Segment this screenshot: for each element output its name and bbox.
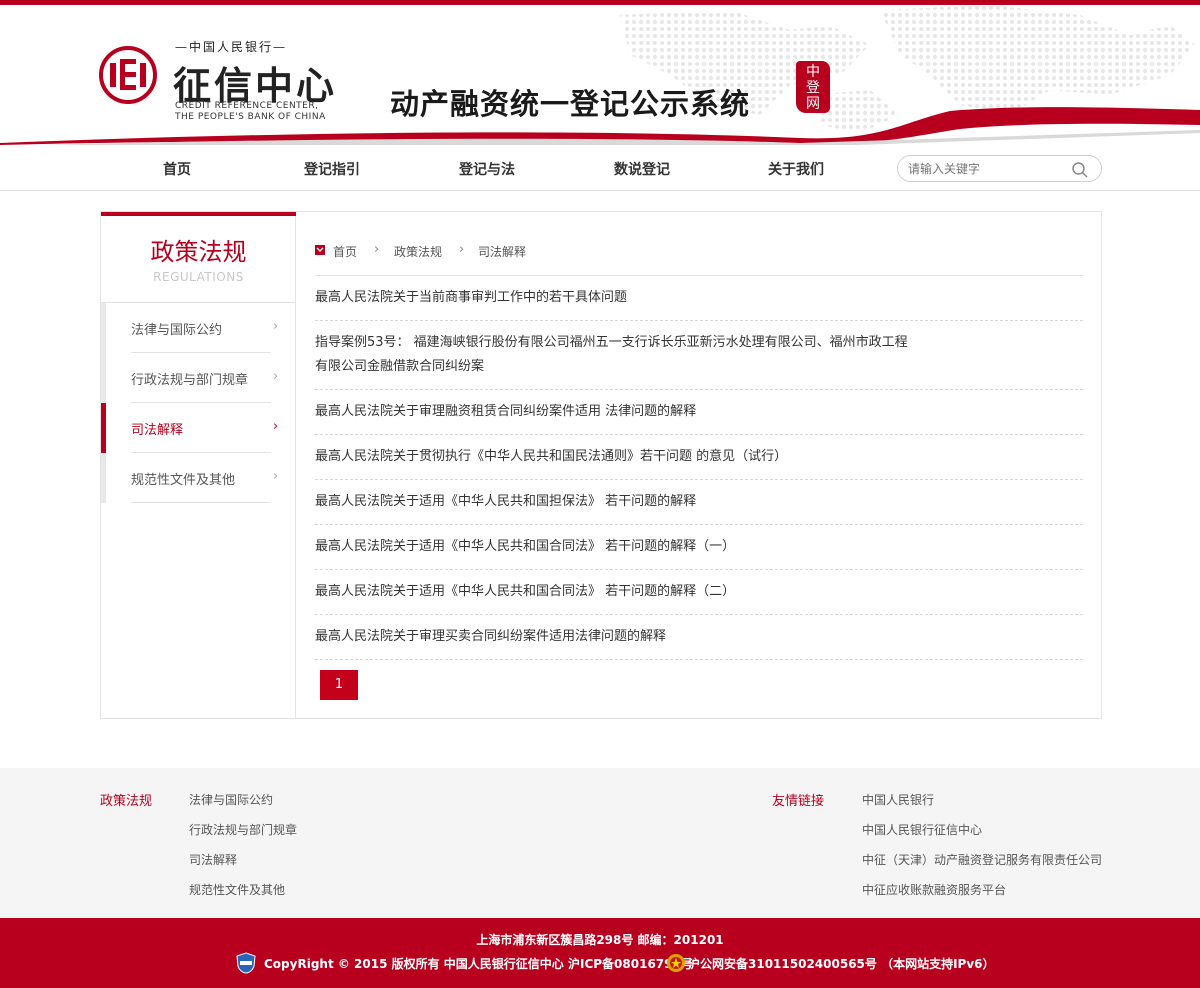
article-link[interactable]: 最高人民法院关于适用《中华人民共和国担保法》 若干问题的解释 — [315, 480, 1083, 525]
footer-friend-link[interactable]: 中征应收账款融资服务平台 — [862, 881, 1006, 898]
footer-friend-link[interactable]: 中国人民银行 — [862, 791, 934, 808]
chevron-right-icon: › — [374, 242, 380, 257]
logo-top-text: —中国人民银行— — [175, 40, 288, 54]
sidebar-item-label: 行政法规与部门规章 — [131, 373, 249, 388]
sidebar-item[interactable]: 司法解释 › — [101, 403, 296, 453]
footer-links: 政策法规 法律与国际公约 行政法规与部门规章 司法解释 规范性文件及其他 友情链… — [0, 768, 1200, 918]
chevron-right-icon: › — [273, 469, 279, 484]
footer-policy-link[interactable]: 行政法规与部门规章 — [189, 821, 297, 838]
breadcrumb-marker-icon — [315, 245, 325, 255]
chevron-right-icon: › — [273, 319, 279, 334]
police-badge-icon[interactable] — [236, 952, 256, 974]
logo-english-line1: CREDIT REFERENCE CENTER, — [175, 101, 319, 111]
article-link[interactable]: 最高人民法院关于贯彻执行《中华人民共和国民法通则》若干问题 的意见（试行） — [315, 435, 1083, 480]
sidebar-item-label: 法律与国际公约 — [131, 323, 223, 338]
footer-policy-link[interactable]: 法律与国际公约 — [189, 791, 273, 808]
sidebar-item[interactable]: 规范性文件及其他 › — [101, 453, 296, 503]
article-link[interactable]: 最高人民法院关于适用《中华人民共和国合同法》 若干问题的解释（一） — [315, 525, 1083, 570]
sidebar-item-indicator — [101, 453, 106, 503]
footer-copyright: CopyRight © 2015 版权所有 中国人民银行征信中心 沪ICP备08… — [264, 957, 693, 971]
sidebar: 政策法规 REGULATIONS 法律与国际公约 › 行政法规与部门规章 › 司法解释 ›… — [101, 212, 296, 718]
article-link[interactable]: 最高人民法院关于适用《中华人民共和国合同法》 若干问题的解释（二） — [315, 570, 1083, 615]
search-input[interactable] — [908, 160, 1068, 178]
pbc-seal-logo — [99, 46, 157, 104]
sidebar-item-indicator — [101, 353, 106, 403]
breadcrumb-current[interactable]: 司法解释 — [478, 243, 526, 260]
nav-item-about[interactable]: 关于我们 — [768, 159, 824, 179]
sidebar-item-indicator — [101, 403, 106, 453]
article-title-line: 最高人民法院关于适用《中华人民共和国合同法》 若干问题的解释（一） — [315, 539, 736, 554]
nav-item-data-registration[interactable]: 数说登记 — [614, 159, 670, 179]
chevron-right-icon: › — [459, 242, 465, 257]
breadcrumb-home[interactable]: 首页 — [333, 243, 357, 260]
footer-friend-link[interactable]: 中国人民银行征信中心 — [862, 821, 982, 838]
site-header: —中国人民银行— 征信中心 CREDIT REFERENCE CENTER, T… — [0, 5, 1200, 145]
nav-item-home[interactable]: 首页 — [163, 159, 191, 179]
content-panel: 政策法规 REGULATIONS 法律与国际公约 › 行政法规与部门规章 › 司法解释 ›… — [100, 211, 1102, 719]
article-title-line: 最高人民法院关于适用《中华人民共和国合同法》 若干问题的解释（二） — [315, 584, 736, 599]
footer-friend-heading: 友情链接 — [772, 794, 825, 809]
article-content: 首页 › 政策法规 › 司法解释 最高人民法院关于当前商事审判工作中的若干具体问… — [315, 212, 1083, 718]
article-title-line: 最高人民法院关于贯彻执行《中华人民共和国民法通则》若干问题 的意见（试行） — [315, 449, 788, 464]
sidebar-item[interactable]: 行政法规与部门规章 › — [101, 353, 296, 403]
logo-english-line2: THE PEOPLE'S BANK OF CHINA — [175, 112, 326, 122]
nav-item-registration-law[interactable]: 登记与法 — [459, 159, 515, 179]
footer-policy-link[interactable]: 规范性文件及其他 — [189, 881, 285, 898]
sidebar-subtitle: REGULATIONS — [153, 270, 244, 284]
footer-friend-link[interactable]: 中征（天津）动产融资登记服务有限责任公司 — [862, 851, 1102, 868]
article-title-line: 有限公司金融借款合同纠纷案 — [315, 359, 485, 374]
chevron-right-icon: › — [273, 419, 279, 434]
sidebar-title: 政策法规 — [150, 238, 247, 266]
article-title-line: 最高人民法院关于审理融资租赁合同纠纷案件适用 法律问题的解释 — [315, 404, 697, 419]
footer-policy-link[interactable]: 司法解释 — [189, 851, 237, 868]
article-title-line: 指导案例53号： 福建海峡银行股份有限公司福州五一支行诉长乐亚新污水处理有限公司… — [315, 335, 908, 350]
pagination-page-1[interactable]: 1 — [320, 670, 358, 700]
system-title: 动产融资统一登记公示系统 — [390, 87, 751, 121]
article-link[interactable]: 最高人民法院关于当前商事审判工作中的若干具体问题 — [315, 276, 1083, 321]
sidebar-item-divider — [131, 502, 271, 503]
sidebar-item-label: 规范性文件及其他 — [131, 473, 236, 488]
article-title-line: 最高人民法院关于审理买卖合同纠纷案件适用法律问题的解释 — [315, 629, 667, 644]
public-security-emblem-icon[interactable] — [666, 953, 686, 973]
article-title-line: 最高人民法院关于适用《中华人民共和国担保法》 若干问题的解释 — [315, 494, 697, 509]
search-box — [897, 155, 1102, 182]
article-link[interactable]: 最高人民法院关于审理融资租赁合同纠纷案件适用 法律问题的解释 — [315, 390, 1083, 435]
breadcrumb-policy[interactable]: 政策法规 — [394, 243, 442, 260]
sidebar-item[interactable]: 法律与国际公约 › — [101, 303, 296, 353]
chevron-right-icon: › — [273, 369, 279, 384]
sidebar-item-label: 司法解释 — [131, 423, 184, 438]
article-title-line: 最高人民法院关于当前商事审判工作中的若干具体问题 — [315, 290, 628, 305]
footer-bottom: 上海市浦东新区簇昌路298号 邮编：201201 CopyRight © 201… — [0, 918, 1200, 988]
sidebar-accent-bar — [101, 212, 296, 216]
sidebar-item-indicator — [101, 303, 106, 353]
nav-item-guide[interactable]: 登记指引 — [304, 159, 360, 179]
sidebar-menu: 法律与国际公约 › 行政法规与部门规章 › 司法解释 › 规范性文件及其他 › — [101, 302, 296, 503]
main-nav: 首页 登记指引 登记与法 数说登记 关于我们 — [0, 145, 1200, 191]
article-link[interactable]: 最高人民法院关于审理买卖合同纠纷案件适用法律问题的解释 — [315, 615, 1083, 660]
article-link[interactable]: 指导案例53号： 福建海峡银行股份有限公司福州五一支行诉长乐亚新污水处理有限公司… — [315, 321, 1083, 390]
footer-security-record: 沪公网安备31011502400565号 （本网站支持IPv6） — [688, 957, 995, 971]
zhongdeng-stamp-logo: 中登网 — [796, 61, 830, 113]
footer-address: 上海市浦东新区簇昌路298号 邮编：201201 — [476, 933, 724, 947]
footer-policy-heading: 政策法规 — [100, 794, 153, 809]
search-icon[interactable] — [1071, 161, 1089, 179]
